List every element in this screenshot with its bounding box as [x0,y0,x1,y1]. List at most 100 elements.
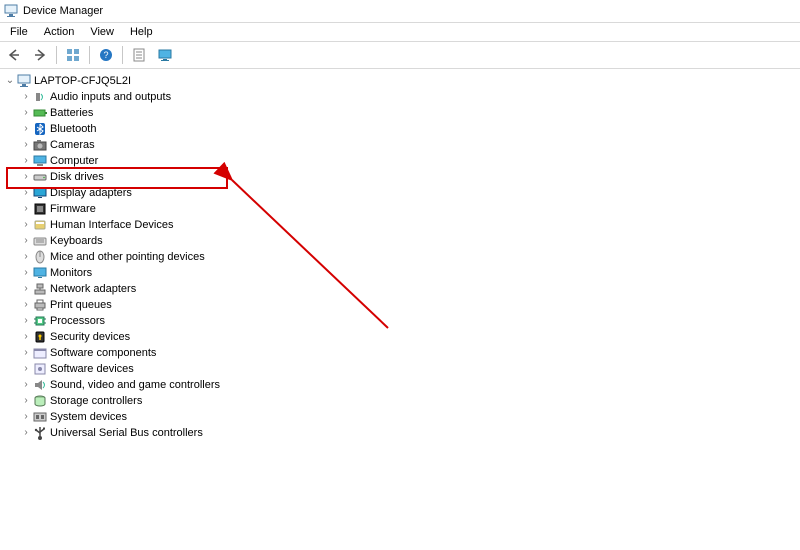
tree-item[interactable]: ›Keyboards [2,233,798,249]
tree-item[interactable]: › Firmware [2,201,798,217]
expander-icon[interactable]: › [20,425,32,441]
tree-item-label: System devices [48,409,127,425]
software-comp-icon [32,345,48,361]
tree-item-label: Security devices [48,329,130,345]
tree-item-label: Mice and other pointing devices [48,249,205,265]
monitor-icon [32,265,48,281]
tree-item-label: Audio inputs and outputs [48,89,171,105]
computer-icon [32,153,48,169]
tree-item-label: Computer [48,153,98,169]
expander-icon[interactable]: › [20,153,32,169]
tree-item-label: Print queues [48,297,112,313]
tree-item[interactable]: › Mice and other pointing devices [2,249,798,265]
processor-icon [32,313,48,329]
tree-item-label: Network adapters [48,281,136,297]
tree-item[interactable]: › Bluetooth [2,121,798,137]
expander-icon[interactable]: › [20,297,32,313]
expander-icon[interactable]: › [20,137,32,153]
menu-file[interactable]: File [2,25,36,39]
network-icon [32,281,48,297]
expander-icon[interactable]: › [20,249,32,265]
storage-icon [32,393,48,409]
battery-icon [32,105,48,121]
back-button[interactable] [2,44,26,66]
expander-icon[interactable]: › [20,265,32,281]
scan-hardware-button[interactable] [153,44,177,66]
menu-help[interactable]: Help [122,25,161,39]
expander-icon[interactable]: › [20,329,32,345]
usb-icon [32,425,48,441]
menu-bar: File Action View Help [0,23,800,42]
camera-icon [32,137,48,153]
tree-item[interactable]: › Network adapters [2,281,798,297]
expander-icon[interactable]: › [20,377,32,393]
tree-item-label: Human Interface Devices [48,217,174,233]
tree-item[interactable]: ›Disk drives [2,169,798,185]
tree-root[interactable]: ⌄ LAPTOP-CFJQ5L2I [2,73,798,89]
tree-item[interactable]: ›Universal Serial Bus controllers [2,425,798,441]
tree-item[interactable]: ›Batteries [2,105,798,121]
expander-icon[interactable]: › [20,281,32,297]
tree-item-label: Bluetooth [48,121,96,137]
tree-item[interactable]: › Storage controllers [2,393,798,409]
tree-item[interactable]: › Cameras [2,137,798,153]
tree-item[interactable]: › System devices [2,409,798,425]
tree-item-label: Processors [48,313,105,329]
expander-icon[interactable]: › [20,201,32,217]
app-icon [3,3,19,19]
tree-item-label: Cameras [48,137,95,153]
tree-item[interactable]: › Computer [2,153,798,169]
tree-item-label: Software components [48,345,156,361]
bluetooth-icon [32,121,48,137]
tree-item[interactable]: ›Display adapters [2,185,798,201]
tree-item[interactable]: ›Sound, video and game controllers [2,377,798,393]
expander-icon[interactable]: › [20,89,32,105]
display-icon [32,185,48,201]
forward-button[interactable] [28,44,52,66]
hid-icon [32,217,48,233]
toolbar-separator [122,46,123,64]
expander-icon[interactable]: › [20,185,32,201]
device-tree[interactable]: ⌄LAPTOP-CFJQ5L2I›Audio inputs and output… [0,69,800,445]
tree-root-label: LAPTOP-CFJQ5L2I [32,73,131,89]
system-icon [32,409,48,425]
show-hidden-button[interactable] [61,44,85,66]
keyboard-icon [32,233,48,249]
tree-item[interactable]: › Processors [2,313,798,329]
mouse-icon [32,249,48,265]
tree-item[interactable]: › Security devices [2,329,798,345]
menu-view[interactable]: View [82,25,122,39]
window-title: Device Manager [23,5,103,17]
printer-icon [32,297,48,313]
disk-icon [32,169,48,185]
tree-item-label: Storage controllers [48,393,142,409]
expander-icon[interactable]: › [20,169,32,185]
toolbar-separator [56,46,57,64]
expander-icon[interactable]: › [20,313,32,329]
menu-action[interactable]: Action [36,25,83,39]
tree-item-label: Monitors [48,265,92,281]
tree-item[interactable]: › Human Interface Devices [2,217,798,233]
tree-item[interactable]: › Software components [2,345,798,361]
expander-icon[interactable]: › [20,345,32,361]
tree-item[interactable]: › Audio inputs and outputs [2,89,798,105]
expander-icon[interactable]: › [20,361,32,377]
tree-item[interactable]: › Print queues [2,297,798,313]
expander-icon[interactable]: › [20,233,32,249]
firmware-icon [32,201,48,217]
tree-item[interactable]: › Software devices [2,361,798,377]
toolbar-separator [89,46,90,64]
help-button[interactable] [94,44,118,66]
properties-button[interactable] [127,44,151,66]
software-dev-icon [32,361,48,377]
tree-item-label: Firmware [48,201,96,217]
expander-icon[interactable]: › [20,121,32,137]
tree-item[interactable]: › Monitors [2,265,798,281]
expander-icon[interactable]: › [20,217,32,233]
tree-item-label: Software devices [48,361,134,377]
expander-icon[interactable]: › [20,409,32,425]
expander-icon[interactable]: › [20,105,32,121]
titlebar[interactable]: Device Manager [0,0,800,23]
expander-icon[interactable]: ⌄ [4,73,16,89]
expander-icon[interactable]: › [20,393,32,409]
